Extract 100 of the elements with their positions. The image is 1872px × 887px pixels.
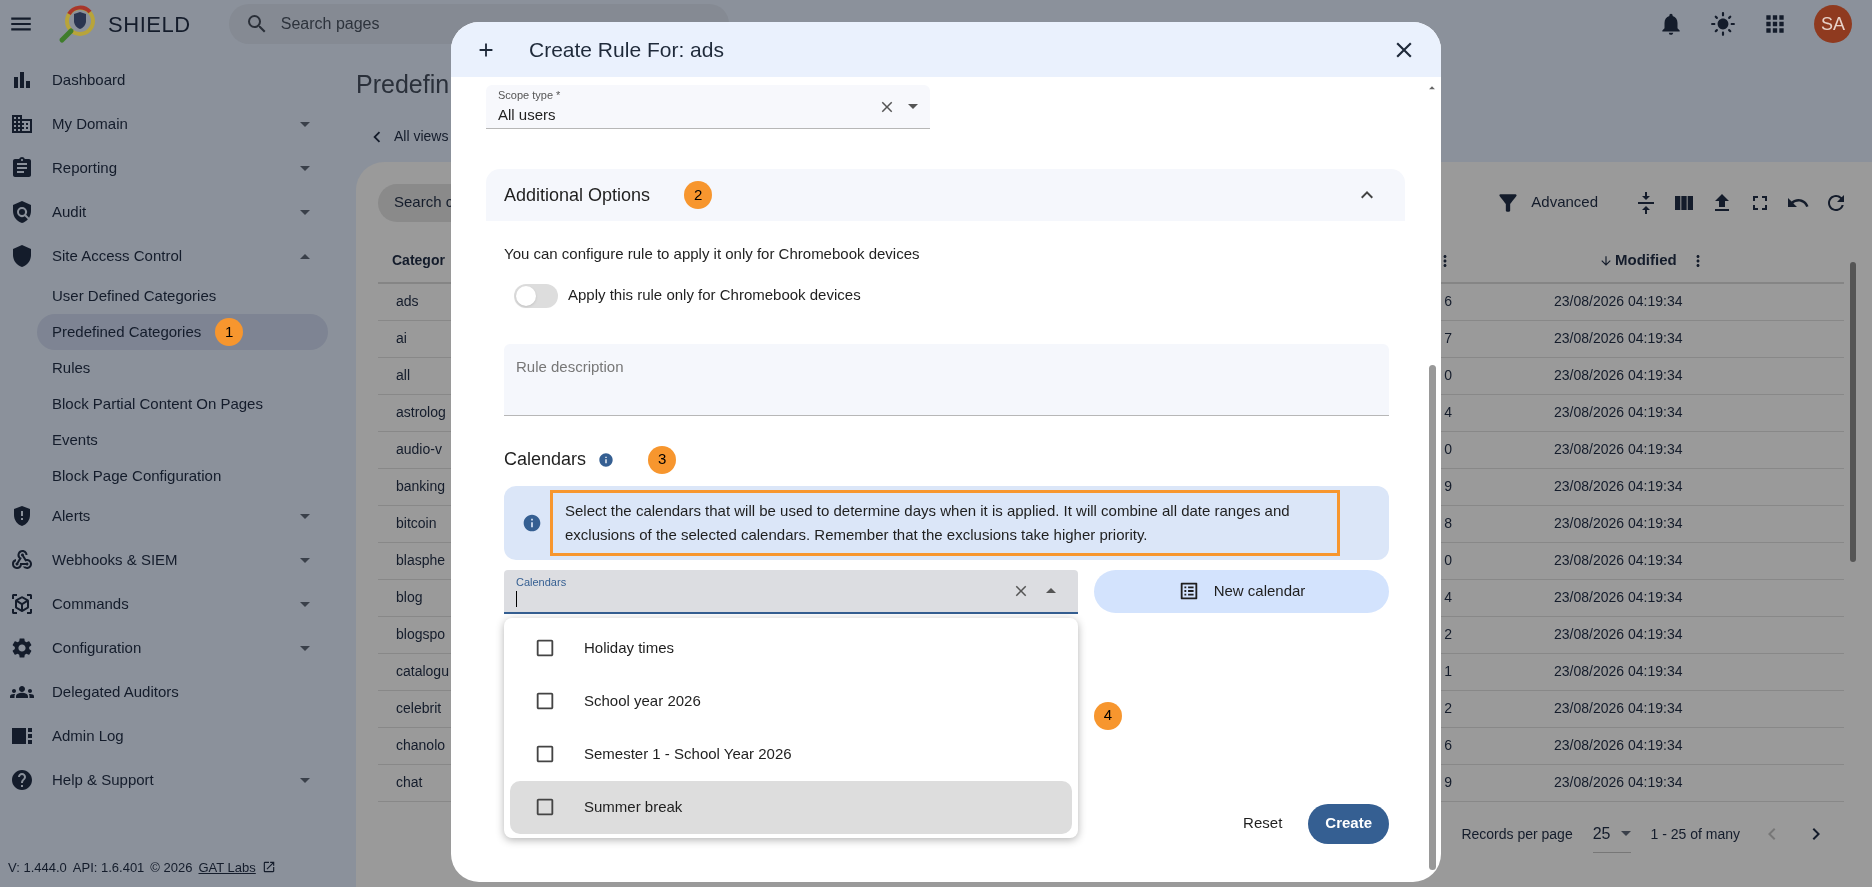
version-text: V: 1.444.0 [8, 858, 67, 877]
sidebar-item[interactable]: Configuration [0, 626, 340, 670]
external-link-icon [261, 860, 276, 875]
caret-icon [908, 104, 918, 109]
calendar-option[interactable]: School year 2026 [510, 674, 1072, 728]
clipboard-icon [10, 156, 34, 180]
column-header[interactable]: Categor [392, 250, 445, 271]
table-cell-text: all [396, 366, 410, 385]
table-cell-text: 2 [1444, 699, 1452, 718]
sidebar-item[interactable]: Commands [0, 582, 340, 626]
checkbox[interactable] [534, 743, 556, 765]
chromebook-note: You can configure rule to apply it only for Chromebook devices [504, 244, 921, 264]
sidebar-item[interactable]: My Domain [0, 102, 340, 146]
table-cell-text: 9 [1444, 477, 1452, 496]
api-version-text: API: 1.6.401 [72, 858, 145, 877]
sidebar-item[interactable]: Reporting [0, 146, 340, 190]
info-icon[interactable] [598, 451, 615, 468]
sidebar-item[interactable]: Help & Support [0, 758, 340, 802]
table-cell-text: banking [396, 477, 446, 496]
sidebar-subitem[interactable]: Block Partial Content On Pages [37, 386, 328, 422]
sidebar-item[interactable]: Webhooks & SIEM [0, 538, 340, 582]
table-cell-text: 23/08/2026 04:19:34 [1554, 329, 1683, 348]
shield-search-icon [10, 200, 34, 224]
calendar-option[interactable]: Semester 1 - School Year 2026 [510, 727, 1072, 781]
rule-description-field[interactable]: Rule description [504, 343, 1389, 416]
sun-icon[interactable] [1710, 11, 1736, 37]
table-cell-text: 23/08/2026 04:19:34 [1554, 366, 1683, 385]
table-cell-text: 9 [1444, 773, 1452, 792]
table-cell-text: 23/08/2026 04:19:34 [1554, 588, 1683, 607]
table-cell-text: 2 [1444, 625, 1452, 644]
advanced-button[interactable]: Advanced [1531, 191, 1598, 214]
table-cell-text: 0 [1444, 551, 1452, 570]
calendars-field[interactable]: Calendars [504, 569, 1078, 614]
settings-icon [10, 636, 34, 660]
table-cell-text: 4 [1444, 588, 1452, 607]
sidebar-item[interactable]: Dashboard [0, 58, 340, 102]
table-cell-text: blog [396, 588, 423, 607]
sidebar-subitem[interactable]: Predefined Categories 1 [37, 314, 328, 350]
table-cell-text: chat [396, 773, 423, 792]
table-cell-text: catalogu [396, 662, 449, 681]
toggle-label: Apply this rule only for Chromebook devices [568, 285, 861, 306]
table-cell-text: chanolo [396, 736, 446, 755]
table-cell-text: 23/08/2026 04:19:34 [1554, 551, 1683, 570]
table-cell-text: 7 [1444, 329, 1452, 348]
column-header[interactable]: Modified [1615, 249, 1677, 272]
sidebar-subitem[interactable]: Block Page Configuration [37, 458, 328, 494]
caret-icon [1046, 588, 1056, 593]
create-button[interactable]: Create [1308, 803, 1389, 844]
number-badge: 2 [684, 181, 713, 209]
sidebar-item[interactable]: Audit [0, 190, 340, 234]
checkbox[interactable] [534, 637, 556, 659]
back-link[interactable]: All views [394, 126, 449, 147]
sidebar-item[interactable]: Delegated Auditors [0, 670, 340, 714]
caret-icon [1620, 831, 1631, 836]
sidebar-item[interactable]: Admin Log [0, 714, 340, 758]
per-page-select[interactable]: 25 [1592, 815, 1631, 853]
cube-icon [10, 592, 34, 616]
sidebar-subitem[interactable]: Events [37, 422, 328, 458]
table-cell-text: 0 [1444, 366, 1452, 385]
sidebar-item[interactable]: Site Access Control [0, 234, 340, 278]
calendar-option[interactable]: Summer break [510, 780, 1072, 834]
accordion-header[interactable]: Additional Options 2 [486, 169, 1405, 221]
table-cell-text: ads [396, 292, 419, 311]
number-badge: 3 [648, 445, 677, 474]
building-icon [10, 112, 34, 136]
page-title: Predefin [356, 69, 450, 100]
table-cell-text: ai [396, 329, 407, 348]
table-cell-text: bitcoin [396, 514, 437, 533]
checkbox[interactable] [534, 796, 556, 818]
table-cell-text: audio-v [396, 440, 442, 459]
reset-button[interactable]: Reset [1243, 803, 1283, 844]
info-icon [522, 512, 542, 533]
new-calendar-button[interactable]: New calendar [1094, 569, 1389, 613]
table-cell-text: 23/08/2026 04:19:34 [1554, 662, 1683, 681]
info-text: Select the calendars that will be used to determine days when it is applied. It will combine all date ranges and exclusions of the selected calendars. Remember that the exclusions take higher priority. [550, 489, 1340, 556]
table-cell-text: 23/08/2026 04:19:34 [1554, 699, 1683, 718]
user-avatar[interactable]: SA [1814, 5, 1852, 43]
shield-icon [10, 244, 34, 268]
table-cell-text: 23/08/2026 04:19:34 [1554, 736, 1683, 755]
search-placeholder: Search pages [280, 14, 381, 34]
scope-type-field[interactable]: Scope type * All users [486, 85, 930, 129]
table-cell-text: 23/08/2026 04:19:34 [1554, 292, 1683, 311]
sidebar-item[interactable]: Alerts [0, 494, 340, 538]
checkbox[interactable] [534, 690, 556, 712]
sidebar-subitem[interactable]: User Defined Categories [37, 278, 328, 314]
table-cell-text: 23/08/2026 04:19:34 [1554, 625, 1683, 644]
records-per-page-label: Records per page [1461, 824, 1573, 844]
number-badge: 4 [1094, 701, 1122, 730]
page-range-text: 1 - 25 of many [1650, 824, 1740, 844]
toggle-switch[interactable] [514, 283, 558, 308]
table-cell-text: 6 [1444, 736, 1452, 755]
calendar-option[interactable]: Holiday times [510, 621, 1072, 675]
table-cell-text: 23/08/2026 04:19:34 [1554, 403, 1683, 422]
calendars-heading: Calendars [504, 448, 587, 471]
table-cell-text: 0 [1444, 440, 1452, 459]
table-cell-text: celebrit [396, 699, 442, 718]
sidebar-subitem[interactable]: Rules [37, 350, 328, 386]
company-link[interactable]: GAT Labs [198, 857, 256, 877]
table-cell-text: 23/08/2026 04:19:34 [1554, 514, 1683, 533]
dialog-title: Create Rule For: ads [529, 36, 725, 63]
